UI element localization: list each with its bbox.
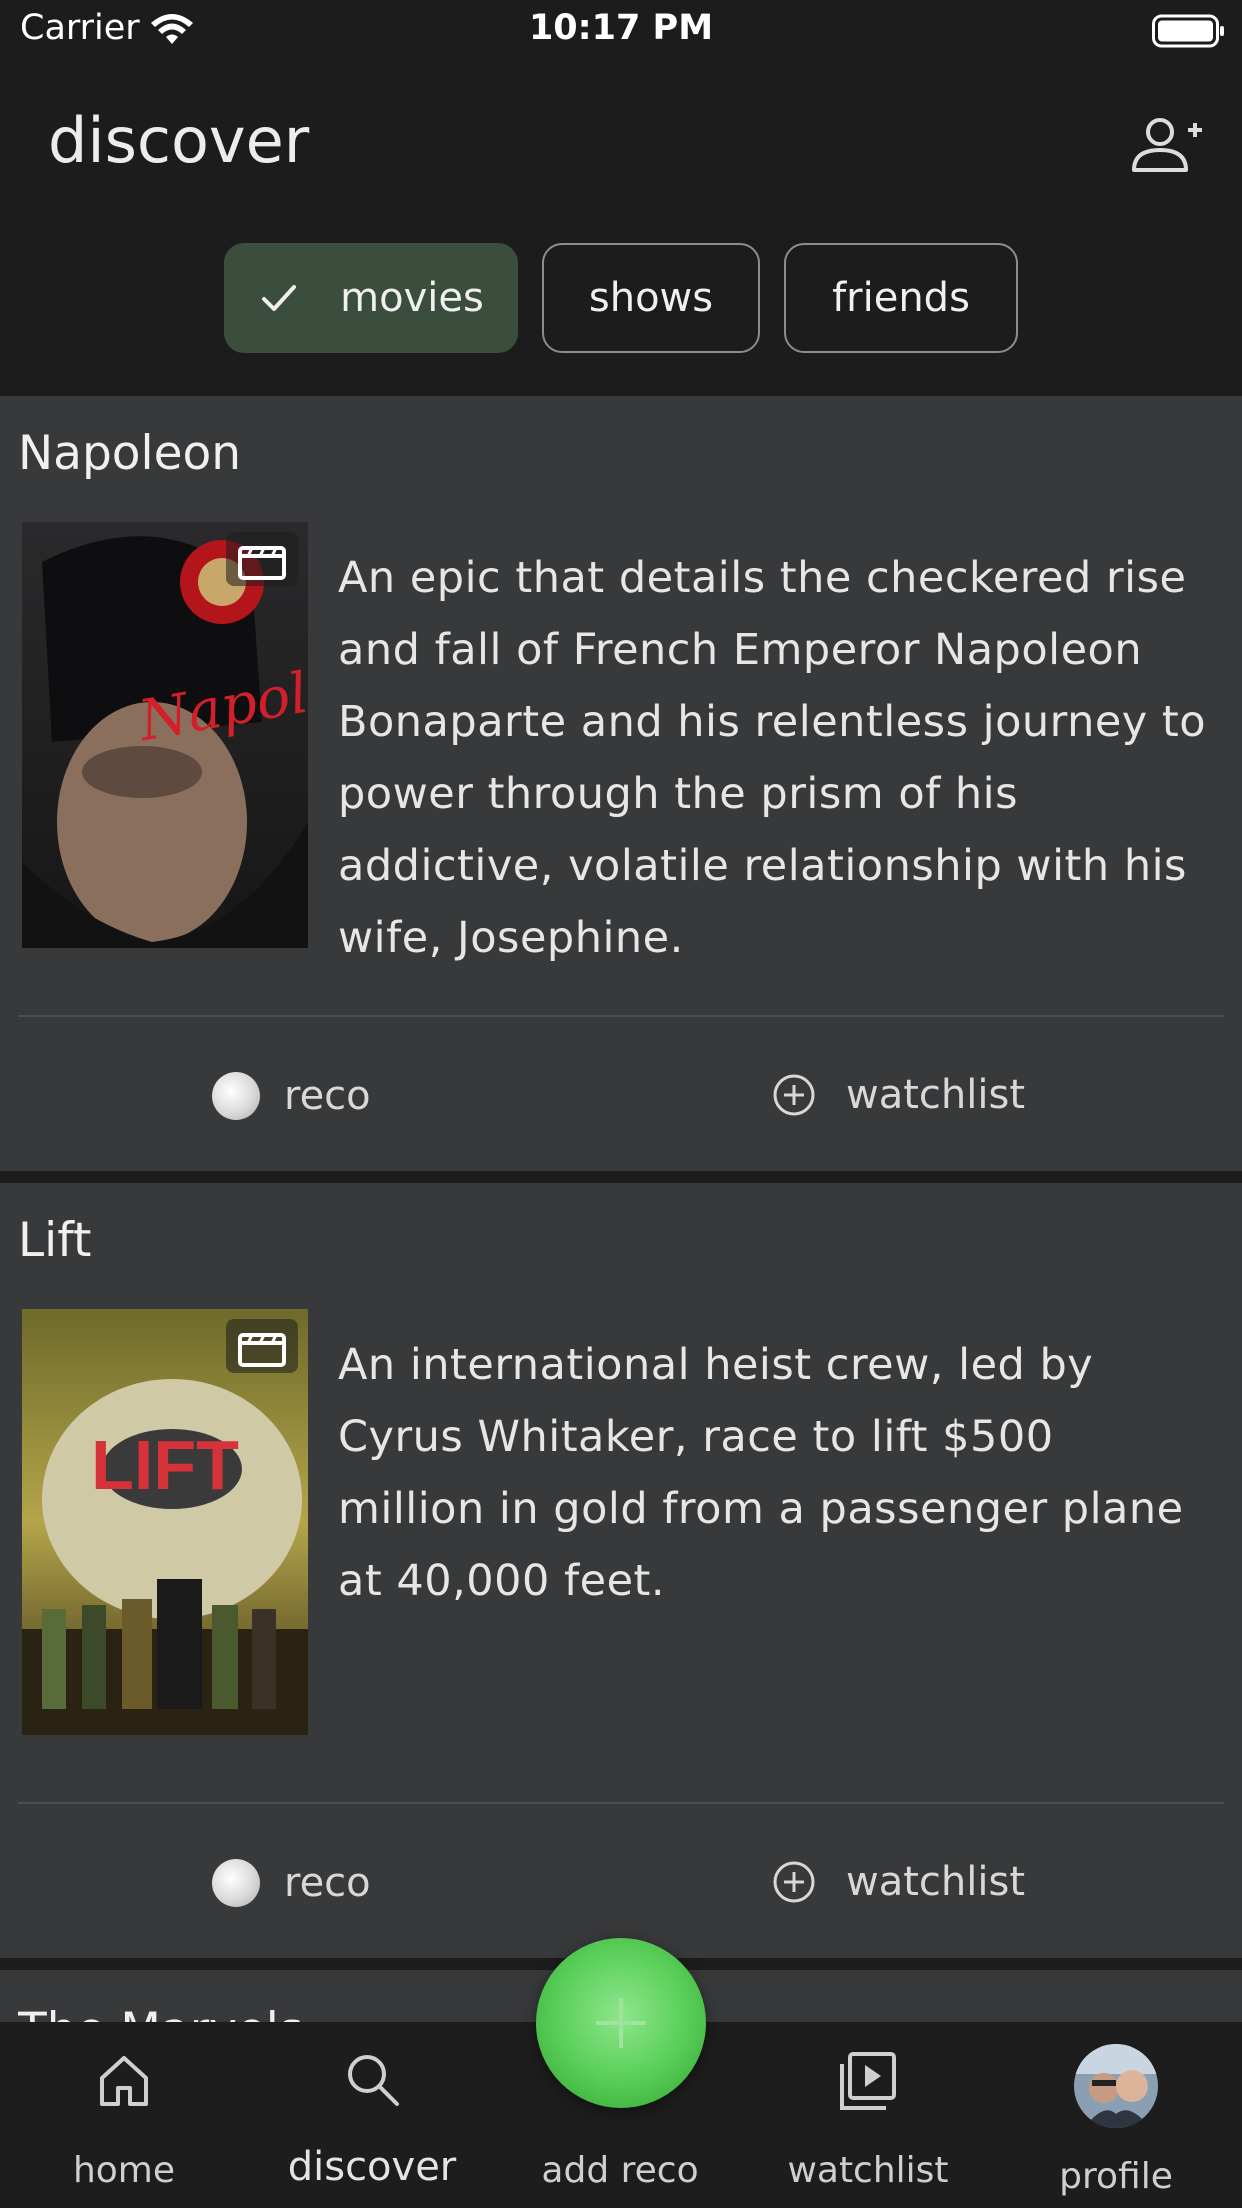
description-line: Bonaparte and his relentless journey to xyxy=(338,697,1207,747)
plus-icon xyxy=(596,1998,646,2048)
tab-watchlist[interactable]: watchlist xyxy=(744,2022,992,2208)
tab-home-label: home xyxy=(72,2150,176,2191)
reco-dot-icon xyxy=(212,1072,260,1120)
poster-title-text: LIFT xyxy=(91,1426,239,1504)
movie-badge xyxy=(226,532,298,586)
search-icon xyxy=(348,2055,399,2106)
tab-discover-label: discover xyxy=(287,2144,457,2190)
clapperboard-icon xyxy=(238,1333,286,1367)
description-line: Cyrus Whitaker, race to lift $500 xyxy=(338,1412,1054,1462)
description-line: An international heist crew, led by xyxy=(338,1340,1094,1390)
reco-button[interactable]: reco xyxy=(212,1859,371,1907)
card-separator xyxy=(0,1171,1242,1183)
reco-label: reco xyxy=(284,1860,371,1906)
watchlist-button[interactable]: watchlist xyxy=(772,1072,1025,1118)
movie-title: Lift xyxy=(18,1213,92,1268)
tab-watchlist-label: watchlist xyxy=(787,2150,949,2191)
movie-card[interactable]: Lift LIFT An international heist crew, l… xyxy=(0,1183,1242,1958)
clapperboard-icon xyxy=(238,546,286,580)
movie-title: Napoleon xyxy=(18,426,242,481)
reco-button[interactable]: reco xyxy=(212,1072,371,1120)
person-add-icon[interactable] xyxy=(1130,116,1204,174)
description-line: and fall of French Emperor Napoleon xyxy=(338,625,1143,675)
description-line: power through the prism of his xyxy=(338,769,1019,819)
chip-movies-label: movies xyxy=(340,275,484,321)
movie-poster[interactable]: LIFT xyxy=(22,1309,308,1735)
plus-circle-icon xyxy=(773,1074,815,1116)
chip-friends[interactable]: friends xyxy=(784,243,1018,353)
watchlist-button[interactable]: watchlist xyxy=(772,1859,1025,1905)
card-divider xyxy=(18,1802,1224,1804)
add-reco-button[interactable] xyxy=(536,1938,706,2108)
movie-poster[interactable]: Napoleon xyxy=(22,522,308,948)
tab-profile-label: profile xyxy=(1059,2156,1173,2197)
description-line: addictive, volatile relationship with hi… xyxy=(338,841,1187,891)
description-line: million in gold from a passenger plane xyxy=(338,1484,1184,1534)
reco-label: reco xyxy=(284,1073,371,1119)
check-icon xyxy=(262,285,297,311)
description-line: wife, Josephine. xyxy=(338,913,684,963)
status-bar: Carrier 10:17 PM xyxy=(0,0,1242,62)
tab-add-reco-label: add reco xyxy=(541,2150,699,2191)
movie-card[interactable]: Napoleon Napoleon An epic that details t… xyxy=(0,396,1242,1171)
discover-feed[interactable]: Napoleon Napoleon An epic that details t… xyxy=(0,396,1242,2022)
movie-badge xyxy=(226,1319,298,1373)
plus-circle-icon xyxy=(773,1861,815,1903)
video-library-icon xyxy=(840,2052,896,2110)
avatar xyxy=(1074,2044,1158,2128)
watchlist-label: watchlist xyxy=(846,1859,1026,1905)
chip-shows[interactable]: shows xyxy=(542,243,760,353)
battery-icon xyxy=(1152,14,1224,48)
tab-home[interactable]: home xyxy=(0,2022,248,2208)
movie-description: An epic that details the checkered rise … xyxy=(338,542,1218,974)
clock: 10:17 PM xyxy=(528,8,714,48)
home-icon xyxy=(100,2056,148,2106)
filter-chips: movies shows friends xyxy=(0,243,1242,357)
description-line: at 40,000 feet. xyxy=(338,1556,666,1606)
description-line: An epic that details the checkered rise xyxy=(338,553,1187,603)
movie-description: An international heist crew, led by Cyru… xyxy=(338,1329,1218,1617)
page-title: discover xyxy=(48,104,310,177)
card-divider xyxy=(18,1015,1224,1017)
watchlist-label: watchlist xyxy=(846,1072,1026,1118)
chip-friends-label: friends xyxy=(832,275,970,321)
chip-movies[interactable]: movies xyxy=(224,243,518,353)
chip-shows-label: shows xyxy=(588,275,714,321)
reco-dot-icon xyxy=(212,1859,260,1907)
tab-profile[interactable]: profile xyxy=(992,2022,1240,2208)
tab-discover[interactable]: discover xyxy=(248,2022,496,2208)
movie-title-peek: The Marvels xyxy=(18,1996,303,2022)
